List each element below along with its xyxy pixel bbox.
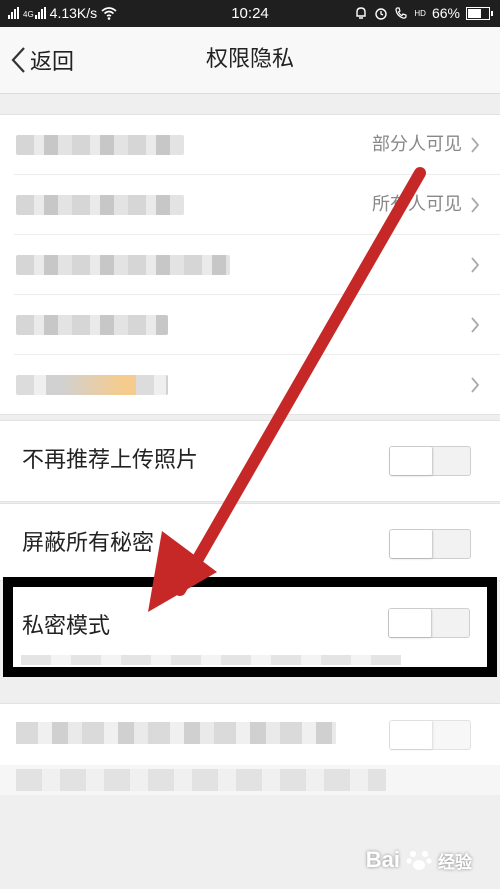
hd-badge: HD	[414, 8, 426, 18]
nav-bar: 返回 权限隐私	[0, 27, 500, 94]
list-item[interactable]: 所有人可见	[14, 175, 500, 235]
status-bar: 4G 4.13K/s 10:24 HD 66%	[0, 0, 500, 27]
secrets-group: 屏蔽所有秘密	[0, 503, 500, 581]
battery-text: 66%	[431, 5, 460, 21]
recommend-group: 不再推荐上传照片	[0, 420, 500, 502]
blurred-label	[16, 722, 336, 744]
list-item-value: 部分人可见	[372, 134, 462, 155]
call-icon	[395, 7, 408, 19]
chevron-right-icon	[471, 377, 480, 393]
blurred-label	[16, 769, 386, 791]
chevron-right-icon	[471, 197, 480, 213]
hide-secrets-label: 屏蔽所有秘密	[22, 531, 155, 556]
watermark: Bai 经验	[366, 847, 472, 873]
alarm-icon	[375, 8, 388, 20]
private-mode-toggle[interactable]	[388, 608, 470, 638]
toggle-row-no-recommend: 不再推荐上传照片	[0, 421, 500, 501]
chevron-right-icon	[471, 137, 480, 153]
blurred-label	[16, 195, 184, 215]
list-item[interactable]	[14, 235, 500, 295]
toggle-knob	[389, 609, 432, 637]
watermark-brand: Bai	[365, 847, 400, 872]
blurred-label	[16, 255, 230, 275]
toggle-knob	[390, 530, 433, 558]
no-recommend-toggle[interactable]	[389, 446, 471, 476]
hide-secrets-toggle[interactable]	[389, 529, 471, 559]
blurred-label	[16, 315, 168, 335]
status-right: HD 66%	[354, 5, 493, 21]
paw-icon	[406, 851, 432, 870]
list-item-value: 所有人可见	[372, 194, 462, 215]
toggle-row-hide-secrets: 屏蔽所有秘密	[0, 504, 500, 584]
page-title: 权限隐私	[205, 47, 294, 72]
chevron-right-icon	[471, 257, 480, 273]
highlight-frame: 私密模式	[3, 577, 497, 677]
watermark-suffix: 经验	[438, 852, 472, 872]
no-recommend-label: 不再推荐上传照片	[22, 448, 199, 473]
chevron-right-icon	[471, 317, 480, 333]
blurred-row-2	[0, 765, 500, 795]
toggle-knob	[390, 721, 433, 749]
list-item[interactable]	[14, 295, 500, 355]
list-item[interactable]	[14, 355, 500, 414]
blurred-toggle[interactable]	[389, 720, 471, 750]
toggle-knob	[390, 447, 433, 475]
list-item[interactable]: 部分人可见	[14, 115, 500, 175]
blurred-label	[16, 135, 184, 155]
blurred-label	[16, 375, 168, 395]
battery-icon	[466, 6, 493, 20]
mute-icon	[356, 7, 367, 19]
blurred-strip	[21, 655, 401, 665]
blurred-row	[0, 703, 500, 766]
privacy-list: 部分人可见 所有人可见	[0, 114, 500, 415]
